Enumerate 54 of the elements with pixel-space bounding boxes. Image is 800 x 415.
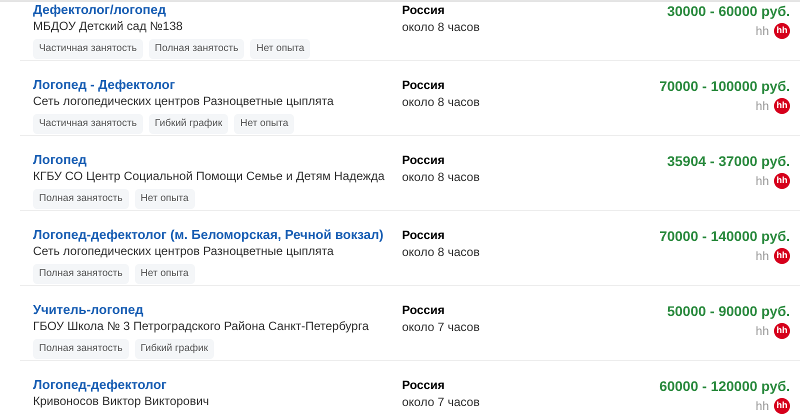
hh-logo: hh [774,23,790,39]
posted-time: около 8 часов [402,94,481,111]
region-label: Россия [402,227,446,243]
posted-time: около 7 часов [402,394,481,411]
source-label: hh [756,23,769,40]
employment-tag: Полная занятость [148,39,244,59]
employment-tag: Частичная занятость [33,39,143,59]
hh-logo: hh [774,248,790,264]
hh-logo: hh [774,323,790,339]
posted-time: около 8 часов [402,244,481,261]
source-label: hh [756,323,769,340]
employer-name: Сеть логопедических центров Разноцветные цыплята [33,93,335,109]
employer-name: Сеть логопедических центров Разноцветные цыплята [33,243,335,259]
vacancy-title-link[interactable]: Логопед [33,152,402,168]
employment-tag: Частичная занятость [33,114,143,134]
salary-range: 60000 - 120000 руб. [659,377,790,395]
employment-tag: Нет опыта [134,264,195,284]
vacancy-title-link[interactable]: Учитель-логопед [33,302,402,318]
hh-logo: hh [774,98,790,114]
posted-time: около 7 часов [402,319,481,336]
source-label: hh [756,173,769,190]
salary-range: 30000 - 60000 руб. [667,2,790,20]
salary-range: 35904 - 37000 руб. [667,152,790,170]
salary-range: 70000 - 100000 руб. [659,77,790,95]
salary-range: 50000 - 90000 руб. [667,302,790,320]
employment-tag: Гибкий график [148,114,228,134]
region-label: Россия [402,377,446,393]
region-label: Россия [402,2,446,18]
salary-range: 70000 - 140000 руб. [659,227,790,245]
employment-tag: Гибкий график [134,339,214,359]
region-label: Россия [402,152,446,168]
vacancy-title-link[interactable]: Логопед-дефектолог [33,377,402,393]
employment-tag: Полная занятость [33,264,129,284]
source-label: hh [756,98,769,115]
employer-name: КГБУ СО Центр Социальной Помощи Семье и Детям Надежда [33,168,386,184]
employer-name: Кривоносов Виктор Викторович [33,393,210,409]
posted-time: около 8 часов [402,169,481,186]
employer-name: МБДОУ Детский сад №138 [33,18,184,34]
source-label: hh [756,248,769,265]
employment-tag: Нет опыта [234,114,294,134]
employment-tag: Нет опыта [250,39,310,59]
hh-logo: hh [774,173,790,189]
employment-tag: Полная занятость [33,339,129,359]
employment-tag: Нет опыта [134,189,195,209]
hh-logo: hh [774,398,790,414]
vacancy-title-link[interactable]: Логопед-дефектолог (м. Беломорская, Речной вокзал) [33,227,402,243]
source-label: hh [756,398,769,415]
vacancy-title-link[interactable]: Дефектолог/логопед [33,2,402,18]
posted-time: около 8 часов [402,19,481,36]
region-label: Россия [402,77,446,93]
region-label: Россия [402,302,446,318]
vacancy-title-link[interactable]: Логопед - Дефектолог [33,77,402,93]
employment-tag: Полная занятость [33,189,129,209]
employer-name: ГБОУ Школа № 3 Петроградского Района Санкт-Петербурга [33,318,370,334]
